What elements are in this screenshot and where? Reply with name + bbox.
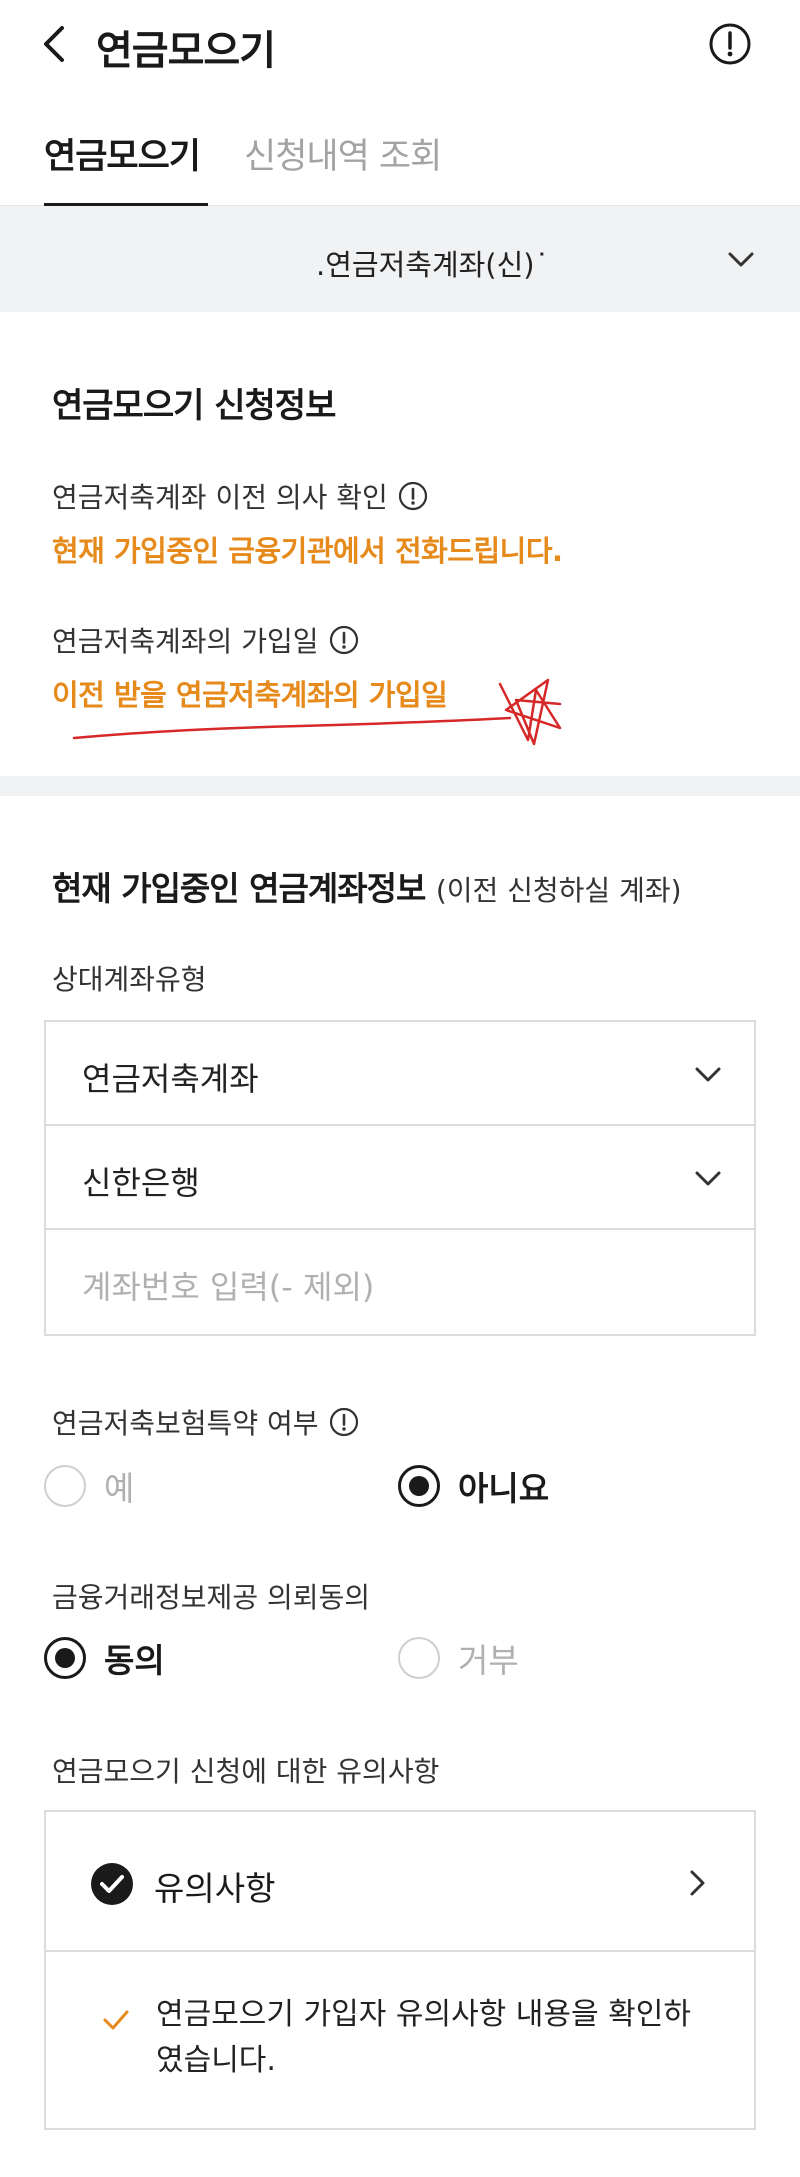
radio-checked-icon xyxy=(398,1465,440,1507)
section-title-main: 현재 가입중인 연금계좌정보 xyxy=(52,869,426,908)
info-circle-icon[interactable] xyxy=(329,1407,359,1437)
chevron-down-icon xyxy=(695,1171,721,1186)
handwritten-scribble xyxy=(72,678,562,746)
transfer-confirm-label: 연금저축계좌 이전 의사 확인 xyxy=(52,476,428,516)
chevron-right-icon xyxy=(690,1870,705,1896)
chevron-down-icon xyxy=(728,252,754,267)
account-type-value: 연금저축계좌 xyxy=(82,1060,259,1098)
notice-body-text: 연금모으기 가입자 유의사항 내용을 확인하였습니다. xyxy=(156,1997,691,2078)
page-title: 연금모으기 xyxy=(96,28,276,74)
transfer-confirm-value: 현재 가입중인 금융기관에서 전화드립니다. xyxy=(52,534,563,568)
join-date-label: 연금저축계좌의 가입일 xyxy=(52,620,359,660)
account-number-placeholder: 계좌번호 입력(- 제외) xyxy=(82,1268,375,1306)
account-number-input[interactable]: 계좌번호 입력(- 제외) xyxy=(46,1230,754,1334)
notice-label: 연금모으기 신청에 대한 유의사항 xyxy=(52,1755,440,1788)
section-title-sub: (이전 신청하실 계좌) xyxy=(435,874,682,907)
check-circle-icon xyxy=(91,1863,133,1905)
app-header: 연금모으기 xyxy=(0,0,800,90)
bank-value: 신한은행 xyxy=(82,1164,200,1202)
info-circle-icon[interactable] xyxy=(329,625,359,655)
consent-refuse-radio[interactable]: 거부 xyxy=(398,1634,519,1682)
consent-refuse-label: 거부 xyxy=(458,1641,519,1680)
check-icon xyxy=(103,2010,129,2030)
notice-header-row[interactable]: 유의사항 xyxy=(46,1812,754,1952)
section-divider xyxy=(0,776,800,796)
account-type-label: 상대계좌유형 xyxy=(52,963,207,996)
radio-checked-icon xyxy=(44,1637,86,1679)
radio-unchecked-icon xyxy=(44,1465,86,1507)
account-input-group: 연금저축계좌 신한은행 계좌번호 입력(- 제외) xyxy=(44,1020,756,1336)
insurance-yes-radio[interactable]: 예 xyxy=(44,1462,134,1510)
account-selector[interactable]: .연금저축계좌(신)˙ xyxy=(0,206,800,312)
chevron-left-icon xyxy=(44,26,64,62)
insurance-yes-label: 예 xyxy=(104,1469,135,1508)
info-circle-icon[interactable] xyxy=(398,481,428,511)
tab-pension-collect[interactable]: 연금모으기 xyxy=(44,128,208,208)
insurance-label: 연금저축보험특약 여부 xyxy=(52,1402,359,1442)
section-title-application-info: 연금모으기 신청정보 xyxy=(52,386,336,426)
tab-application-history[interactable]: 신청내역 조회 xyxy=(244,128,442,179)
transfer-confirm-label-text: 연금저축계좌 이전 의사 확인 xyxy=(52,481,388,514)
insurance-label-text: 연금저축보험특약 여부 xyxy=(52,1407,319,1440)
insurance-radio-group: 예 아니요 xyxy=(0,1462,800,1512)
insurance-no-radio[interactable]: 아니요 xyxy=(398,1462,549,1510)
back-button[interactable] xyxy=(36,22,76,66)
section-title-current-account: 현재 가입중인 연금계좌정보 (이전 신청하실 계좌) xyxy=(52,862,682,910)
join-date-label-text: 연금저축계좌의 가입일 xyxy=(52,625,319,658)
account-selector-value: .연금저축계좌(신)˙ xyxy=(316,248,550,282)
consent-label: 금융거래정보제공 의뢰동의 xyxy=(52,1581,371,1614)
radio-unchecked-icon xyxy=(398,1637,440,1679)
chevron-down-icon xyxy=(695,1067,721,1082)
account-type-select[interactable]: 연금저축계좌 xyxy=(46,1022,754,1126)
consent-agree-label: 동의 xyxy=(104,1641,165,1680)
notice-header-text: 유의사항 xyxy=(154,1869,276,1908)
insurance-no-label: 아니요 xyxy=(458,1469,550,1508)
notice-box: 유의사항 연금모으기 가입자 유의사항 내용을 확인하였습니다. xyxy=(44,1810,756,2130)
consent-radio-group: 동의 거부 xyxy=(0,1634,800,1684)
tab-bar: 연금모으기 신청내역 조회 xyxy=(0,118,800,208)
bank-select[interactable]: 신한은행 xyxy=(46,1126,754,1230)
info-circle-icon xyxy=(709,23,751,65)
info-button[interactable] xyxy=(708,22,752,66)
consent-agree-radio[interactable]: 동의 xyxy=(44,1634,165,1682)
